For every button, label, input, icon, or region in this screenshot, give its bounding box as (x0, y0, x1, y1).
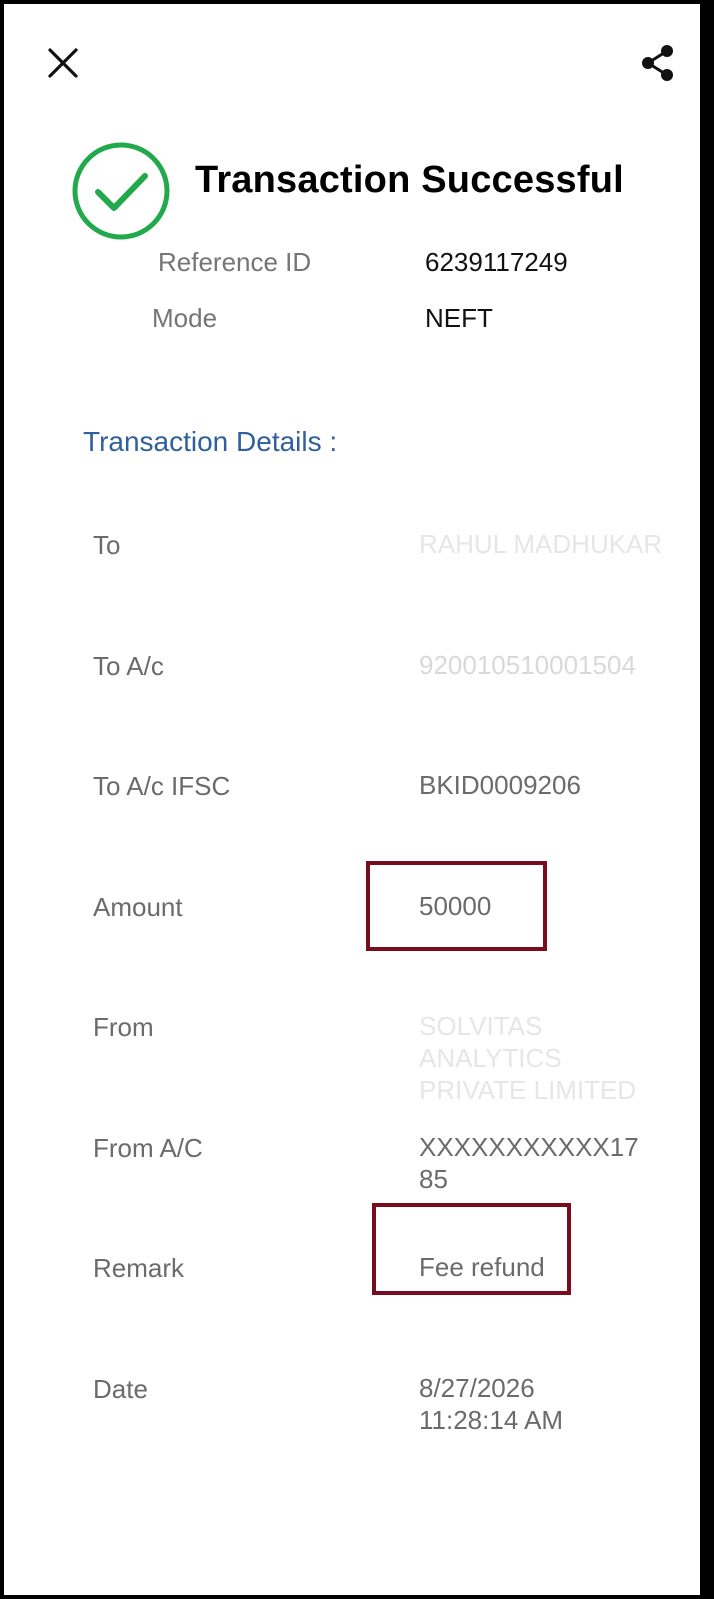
section-title: Transaction Details : (83, 426, 338, 457)
reference-id-label: Reference ID (158, 247, 312, 277)
mode-label: Mode (152, 303, 218, 333)
date-value: 8/27/2026 11:28:14 AM (419, 1373, 564, 1435)
ifsc-value: BKID0009206 (419, 770, 581, 800)
from-label: From (93, 1012, 154, 1042)
mode-value: NEFT (425, 303, 493, 333)
remark-label: Remark (93, 1253, 185, 1283)
to-account-label: To A/c (93, 651, 164, 681)
ifsc-label: To A/c IFSC (93, 771, 231, 801)
screen-frame: Transaction Successful Reference ID 6239… (0, 0, 714, 1599)
from-value: SOLVITAS ANALYTICS PRIVATE LIMITED (419, 1011, 637, 1105)
to-account-value: 920010510001504 (419, 650, 636, 680)
close-button[interactable] (46, 46, 80, 80)
to-value: RAHUL MADHUKAR (419, 529, 663, 559)
from-account-value: XXXXXXXXXXX1785 (419, 1132, 639, 1194)
page-title: Transaction Successful (195, 159, 624, 201)
remark-highlight-box (372, 1203, 571, 1295)
check-circle-icon (72, 142, 170, 240)
share-icon (642, 45, 673, 81)
to-label: To (93, 530, 121, 560)
share-button[interactable] (640, 44, 676, 82)
amount-label: Amount (93, 892, 183, 922)
from-account-label: From A/C (93, 1133, 203, 1163)
date-label: Date (93, 1374, 148, 1404)
amount-highlight-box (366, 861, 547, 951)
success-indicator (70, 140, 172, 242)
reference-id-value: 6239117249 (425, 247, 568, 277)
close-icon (48, 48, 78, 78)
